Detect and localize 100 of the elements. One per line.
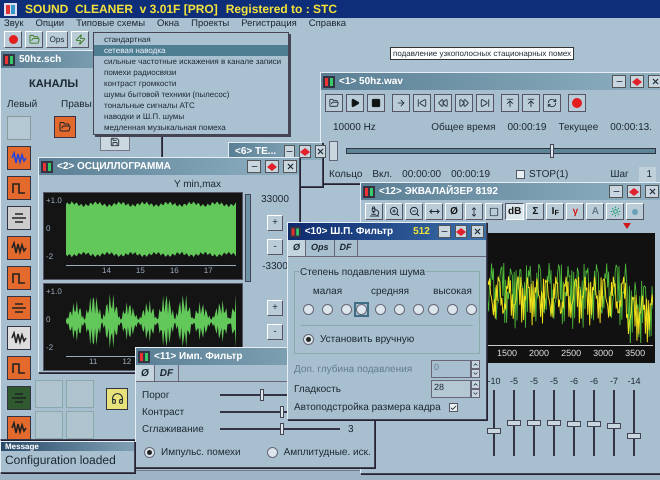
preset-menu-item[interactable]: помехи радиосвязи xyxy=(94,67,288,78)
menu-item[interactable]: Типовые схемы xyxy=(76,17,146,32)
preset-menu-item[interactable]: наводки и Ш.П. шумы xyxy=(94,111,288,122)
player-button[interactable] xyxy=(392,94,410,112)
filter-slider-track[interactable] xyxy=(220,423,340,435)
spin-up-button[interactable] xyxy=(471,360,480,369)
equalizer-tool-button[interactable]: Ø xyxy=(445,203,463,220)
menu-item[interactable]: Окна xyxy=(157,17,180,32)
filter-slider-thumb[interactable] xyxy=(280,406,284,418)
equalizer-tool-button[interactable] xyxy=(606,203,624,220)
band-slider-thumb[interactable] xyxy=(567,421,581,428)
chain-tool-button[interactable] xyxy=(7,416,31,440)
menu-item[interactable]: Справка xyxy=(308,17,346,32)
player-button[interactable] xyxy=(543,94,561,112)
spin-up-button[interactable] xyxy=(471,380,480,389)
minimize-button[interactable] xyxy=(284,145,296,158)
chain-tool-button[interactable] xyxy=(7,326,31,350)
chain-tool-button[interactable] xyxy=(7,296,31,320)
menu-item[interactable]: Звук xyxy=(4,17,24,32)
step-field[interactable]: 1 xyxy=(638,167,656,182)
equalizer-tool-button[interactable] xyxy=(365,203,383,220)
minimize-button[interactable] xyxy=(612,75,626,88)
player-button[interactable] xyxy=(476,94,494,112)
radio-button[interactable] xyxy=(464,302,479,317)
equalizer-tool-button[interactable] xyxy=(485,203,503,220)
radio-button[interactable] xyxy=(339,302,354,317)
open-channel-button[interactable] xyxy=(54,116,76,138)
close-button[interactable] xyxy=(648,75,660,88)
preset-menu-item[interactable]: медленная музыкальная помеха xyxy=(94,122,288,133)
chain-tool-button[interactable] xyxy=(7,266,31,290)
filter-tab[interactable]: Ø xyxy=(288,240,306,256)
band-slider-thumb[interactable] xyxy=(507,420,521,426)
chain-tool-button[interactable] xyxy=(7,356,31,380)
band-slider-thumb[interactable] xyxy=(627,433,641,440)
chain-tool-button[interactable] xyxy=(7,236,31,260)
chain-tool-button[interactable] xyxy=(7,146,31,170)
zoom-out-button[interactable]: - xyxy=(267,324,283,340)
open-button[interactable] xyxy=(25,31,43,48)
radio-button[interactable] xyxy=(426,302,441,317)
radio-button[interactable] xyxy=(354,302,369,317)
equalizer-tool-button[interactable] xyxy=(465,203,483,220)
equalizer-tool-button[interactable]: dB xyxy=(505,203,524,220)
equalizer-tool-button[interactable] xyxy=(626,203,644,220)
radio-button[interactable] xyxy=(301,332,316,347)
radio-button[interactable] xyxy=(142,445,157,460)
chain-tool-button[interactable] xyxy=(7,386,31,410)
chain-tool-button[interactable] xyxy=(7,206,31,230)
help-button[interactable] xyxy=(106,388,128,410)
preset-menu-item[interactable]: сетевая наводка xyxy=(94,45,288,56)
menu-item[interactable]: Проекты xyxy=(191,17,230,32)
preset-menu-item[interactable]: контраст громкости xyxy=(94,78,288,89)
position-thumb[interactable] xyxy=(550,144,554,158)
ops-button[interactable]: Ops xyxy=(46,31,68,48)
band-slider-thumb[interactable] xyxy=(607,423,621,430)
band-slider-track[interactable] xyxy=(607,390,621,456)
filter-button[interactable] xyxy=(71,31,89,48)
auto-frame-checkbox[interactable] xyxy=(448,403,458,412)
minimize-button[interactable] xyxy=(438,225,451,238)
filter-tab[interactable]: Ø xyxy=(136,365,155,381)
close-button[interactable] xyxy=(283,160,297,173)
spin-down-button[interactable] xyxy=(471,389,480,398)
menu-item[interactable]: Регистрация xyxy=(241,17,297,32)
player-button[interactable] xyxy=(501,94,519,112)
band-slider-track[interactable] xyxy=(547,390,561,456)
band-slider-track[interactable] xyxy=(487,390,501,456)
radio-button[interactable] xyxy=(373,302,388,317)
player-button[interactable] xyxy=(367,94,385,112)
zoom-out-button[interactable]: - xyxy=(267,239,283,255)
number-field[interactable]: 28 xyxy=(431,380,471,398)
zoom-in-button[interactable]: + xyxy=(267,300,283,316)
band-slider-thumb[interactable] xyxy=(487,428,501,434)
zoom-in-button[interactable]: + xyxy=(267,215,283,231)
spin-control[interactable] xyxy=(329,141,338,161)
close-button[interactable] xyxy=(315,145,326,158)
radio-button[interactable] xyxy=(264,445,280,460)
band-slider-track[interactable] xyxy=(627,390,641,456)
stop-checkbox[interactable] xyxy=(516,170,526,179)
scroll-bar[interactable] xyxy=(245,194,251,282)
close-button[interactable] xyxy=(645,185,659,198)
minimize-button[interactable] xyxy=(609,185,623,198)
close-button[interactable] xyxy=(471,225,484,238)
band-slider-track[interactable] xyxy=(587,390,601,456)
player-button[interactable] xyxy=(434,94,452,112)
player-button[interactable] xyxy=(325,94,343,112)
band-slider-track[interactable] xyxy=(527,390,541,456)
radio-button[interactable] xyxy=(411,302,426,317)
equalizer-tool-button[interactable]: I$_{F}$ xyxy=(546,203,564,220)
band-slider-thumb[interactable] xyxy=(527,420,541,426)
radio-button[interactable] xyxy=(301,302,316,317)
preset-menu-item[interactable]: стандартная xyxy=(94,34,288,45)
player-button[interactable] xyxy=(346,94,364,112)
player-button[interactable] xyxy=(522,94,540,112)
player-button[interactable] xyxy=(413,94,431,112)
band-slider-thumb[interactable] xyxy=(587,421,601,428)
preset-menu-item[interactable]: шумы бытовой техники (пылесос) xyxy=(94,89,288,100)
equalizer-tool-button[interactable] xyxy=(405,203,423,220)
radio-button[interactable] xyxy=(320,302,335,317)
band-slider-track[interactable] xyxy=(507,390,521,456)
equalizer-tool-button[interactable]: Σ xyxy=(526,203,544,220)
minimize-button[interactable] xyxy=(247,160,261,173)
